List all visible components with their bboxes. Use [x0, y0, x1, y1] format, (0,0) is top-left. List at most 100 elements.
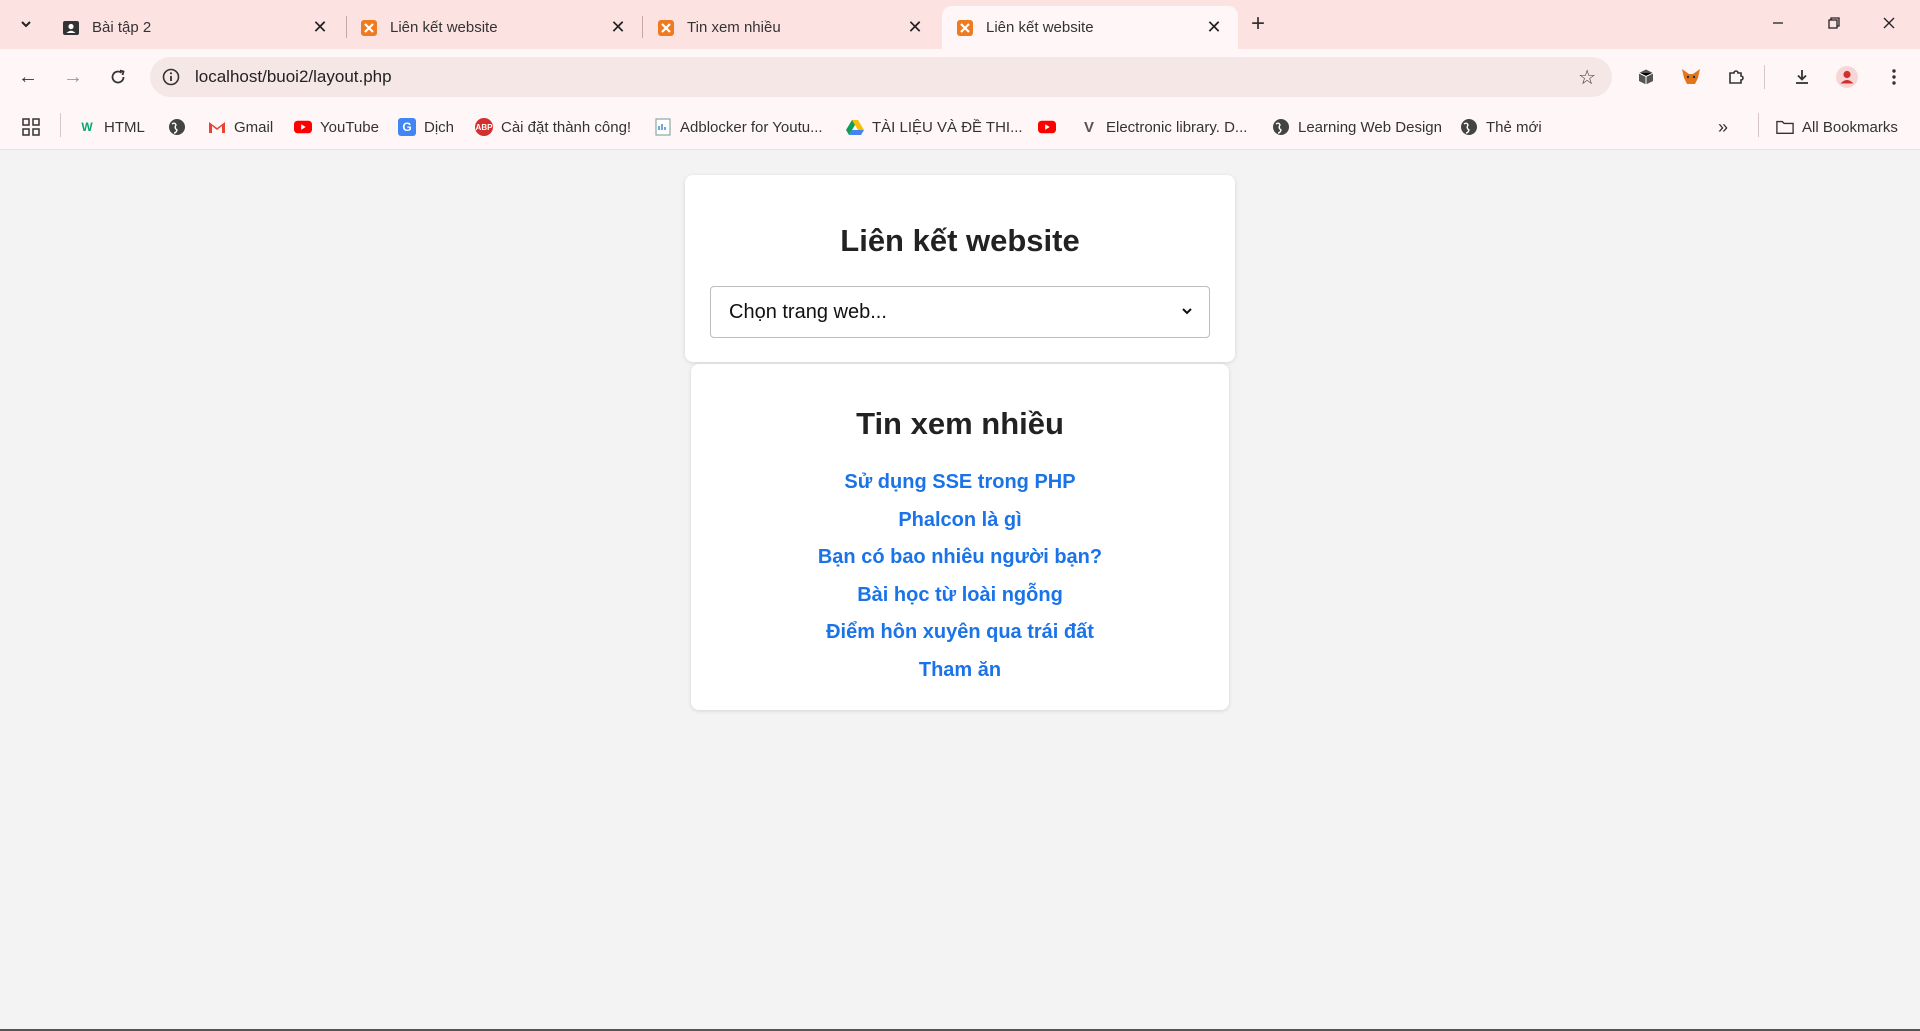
reload-icon — [111, 69, 125, 84]
w3schools-icon: W — [81, 120, 93, 134]
extension-cube-icon[interactable] — [1630, 61, 1662, 93]
bookmark-globe[interactable] — [168, 115, 194, 139]
restore-icon — [1828, 17, 1840, 29]
list-item: Tham ăn — [691, 652, 1229, 690]
reload-button[interactable] — [100, 59, 136, 95]
new-tab-button[interactable]: + — [1244, 10, 1272, 38]
minimize-icon — [1773, 22, 1783, 24]
browser-toolbar: ← → localhost/buoi2/layout.php ☆ — [0, 49, 1920, 105]
tab-bai-tap-2[interactable]: Bài tập 2 ✕ — [48, 6, 344, 49]
arrow-left-icon: ← — [18, 65, 38, 88]
toolbar-separator — [1764, 65, 1765, 89]
bookmark-tai-lieu[interactable]: TÀI LIỆU VÀ ĐỀ THI... — [846, 115, 1023, 139]
tab-title: Bài tập 2 — [92, 19, 152, 36]
list-item: Bạn có bao nhiêu người bạn? — [691, 539, 1229, 577]
bookmark-html[interactable]: W HTML — [78, 115, 145, 139]
bookmark-label: Learning Web Design — [1298, 118, 1442, 136]
download-icon[interactable] — [1786, 61, 1818, 93]
list-item: Điểm hôn xuyên qua trái đất — [691, 614, 1229, 652]
news-link[interactable]: Bài học từ loài ngỗng — [857, 584, 1063, 606]
restore-button[interactable] — [1811, 6, 1857, 40]
close-window-button[interactable] — [1866, 6, 1912, 40]
popular-news-card: Tin xem nhiều Sử dụng SSE trong PHP Phal… — [691, 364, 1229, 710]
xampp-icon — [360, 19, 378, 37]
tab-title: Liên kết website — [986, 19, 1094, 36]
close-icon — [1883, 17, 1895, 29]
website-links-card: Liên kết website Chọn trang web... — [685, 175, 1235, 362]
more-menu-icon[interactable] — [1878, 61, 1910, 93]
bookmark-youtube[interactable]: YouTube — [294, 115, 379, 139]
profile-icon — [62, 19, 80, 37]
news-link[interactable]: Phalcon là gì — [898, 509, 1021, 531]
bookmark-label: TÀI LIỆU VÀ ĐỀ THI... — [872, 118, 1023, 136]
news-link[interactable]: Tham ăn — [919, 659, 1001, 681]
profile-avatar-icon[interactable] — [1831, 61, 1863, 93]
tab-strip: Bài tập 2 ✕ Liên kết website ✕ Tin xem n… — [0, 0, 1920, 49]
plus-icon: + — [1250, 10, 1265, 37]
bookmarks-separator — [60, 113, 61, 137]
globe-icon — [1272, 118, 1290, 136]
bookmark-dich[interactable]: G Dịch — [398, 115, 454, 139]
news-link[interactable]: Bạn có bao nhiêu người bạn? — [818, 546, 1102, 568]
address-bar[interactable]: localhost/buoi2/layout.php ☆ — [150, 57, 1612, 97]
tab-lien-ket-website[interactable]: Liên kết website ✕ — [346, 6, 642, 49]
apps-grid-icon[interactable] — [22, 115, 40, 139]
more-bookmarks-chevron-icon[interactable]: » — [1718, 115, 1728, 139]
minimize-button[interactable] — [1755, 6, 1801, 40]
bookmark-the-moi[interactable]: Thẻ mới — [1460, 115, 1542, 139]
page-content: Liên kết website Chọn trang web... Tin x… — [0, 150, 1920, 1030]
metamask-fox-icon[interactable] — [1675, 61, 1707, 93]
site-info-icon[interactable] — [160, 66, 182, 88]
select-value: Chọn trang web... — [729, 300, 887, 323]
forward-button[interactable]: → — [55, 59, 91, 95]
news-link[interactable]: Điểm hôn xuyên qua trái đất — [826, 621, 1094, 643]
bookmark-label: Adblocker for Youtu... — [680, 118, 823, 136]
globe-icon — [1460, 118, 1478, 136]
bookmark-electronic-library[interactable]: V Electronic library. D... — [1080, 115, 1247, 139]
close-icon[interactable]: ✕ — [1204, 17, 1224, 38]
bookmark-youtube-2[interactable] — [1038, 115, 1064, 139]
v-icon: V — [1083, 118, 1094, 136]
abp-icon: ABP — [475, 118, 493, 136]
bookmark-star-icon[interactable]: ☆ — [1578, 65, 1596, 90]
tab-search-button[interactable] — [10, 8, 42, 40]
page-icon — [654, 118, 672, 136]
bookmarks-bar: W HTML Gmail YouTube G Dịch ABP Cài đặt … — [0, 105, 1920, 150]
bookmark-adblocker[interactable]: Adblocker for Youtu... — [654, 115, 823, 139]
tab-title: Tin xem nhiều — [687, 19, 781, 36]
website-select[interactable]: Chọn trang web... — [710, 286, 1210, 338]
close-icon[interactable]: ✕ — [608, 17, 628, 38]
tab-lien-ket-website-active[interactable]: Liên kết website ✕ — [942, 6, 1238, 49]
bookmark-label: Thẻ mới — [1486, 118, 1542, 136]
website-links-title: Liên kết website — [840, 223, 1080, 258]
list-item: Phalcon là gì — [691, 502, 1229, 540]
url-text[interactable]: localhost/buoi2/layout.php — [195, 67, 392, 87]
close-icon[interactable]: ✕ — [905, 17, 925, 38]
xampp-icon — [657, 19, 675, 37]
translate-icon: G — [398, 118, 416, 136]
youtube-icon — [294, 118, 312, 136]
back-button[interactable]: ← — [10, 59, 46, 95]
news-link[interactable]: Sử dụng SSE trong PHP — [844, 471, 1075, 493]
tab-title: Liên kết website — [390, 19, 498, 36]
youtube-icon — [1038, 118, 1056, 136]
arrow-right-icon: → — [63, 65, 83, 88]
news-links-list: Sử dụng SSE trong PHP Phalcon là gì Bạn … — [691, 464, 1229, 690]
extensions-puzzle-icon[interactable] — [1720, 61, 1752, 93]
chevron-down-icon — [1182, 308, 1192, 315]
all-bookmarks-button[interactable]: All Bookmarks — [1776, 115, 1898, 139]
tab-tin-xem-nhieu[interactable]: Tin xem nhiều ✕ — [643, 6, 939, 49]
popular-news-title: Tin xem nhiều — [856, 406, 1064, 441]
close-icon[interactable]: ✕ — [310, 17, 330, 38]
bookmark-label: All Bookmarks — [1802, 118, 1898, 136]
bookmark-label: HTML — [104, 118, 145, 136]
xampp-icon — [956, 19, 974, 37]
bookmark-label: Gmail — [234, 118, 274, 136]
bookmark-label: YouTube — [320, 118, 379, 136]
globe-icon — [168, 118, 186, 136]
list-item: Sử dụng SSE trong PHP — [691, 464, 1229, 502]
bookmark-abp[interactable]: ABP Cài đặt thành công! — [475, 115, 631, 139]
bookmark-gmail[interactable]: Gmail — [208, 115, 273, 139]
bookmarks-separator — [1758, 113, 1759, 137]
bookmark-learning-web-design[interactable]: Learning Web Design — [1272, 115, 1442, 139]
